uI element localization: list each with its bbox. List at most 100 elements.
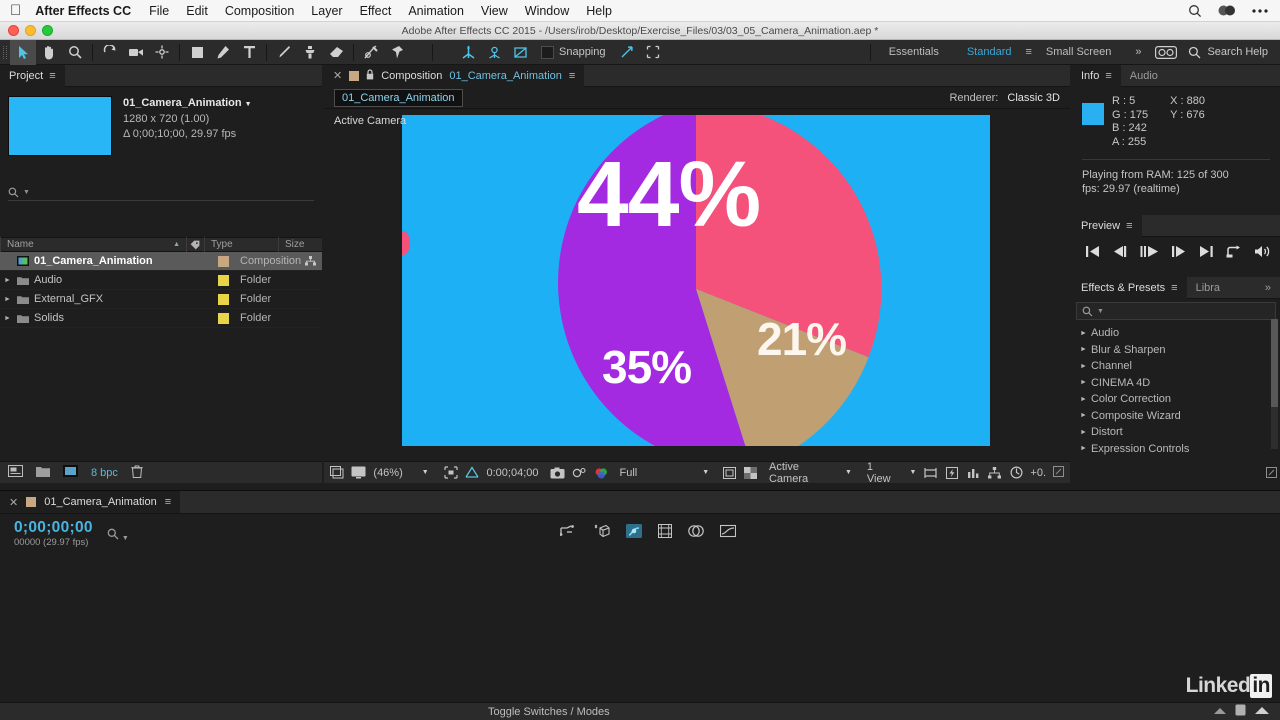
zoom-dropdown-icon[interactable]: ▼ bbox=[422, 469, 429, 476]
zoom-tool[interactable] bbox=[62, 40, 88, 65]
zoom-slider-thumb[interactable] bbox=[1235, 704, 1246, 719]
effect-category-channel[interactable]: ► Channel bbox=[1072, 358, 1280, 375]
fast-previews-icon[interactable] bbox=[945, 465, 959, 480]
camera-view-dropdown-icon[interactable]: ▼ bbox=[845, 469, 852, 476]
comp-flowchart-icon[interactable] bbox=[988, 465, 1002, 480]
frame-blending-icon[interactable] bbox=[688, 524, 704, 541]
effect-category-expression-controls[interactable]: ► Expression Controls bbox=[1072, 441, 1280, 458]
pan-behind-tool[interactable] bbox=[149, 40, 175, 65]
menu-dots-icon[interactable] bbox=[1252, 8, 1268, 13]
hide-shy-layers-icon[interactable] bbox=[593, 524, 610, 541]
timeline-panel-menu-icon[interactable]: ≡ bbox=[165, 496, 171, 508]
tab-composition[interactable]: ✕ Composition 01_Camera_Animation ≡ bbox=[324, 64, 585, 87]
label-swatch[interactable] bbox=[217, 255, 229, 267]
tab-effects-presets[interactable]: Effects & Presets ≡ bbox=[1072, 276, 1187, 299]
label-color-col-icon[interactable] bbox=[186, 237, 204, 252]
project-row-folder-solids[interactable]: ► Solids Folder bbox=[0, 309, 322, 328]
menu-effect[interactable]: Effect bbox=[360, 4, 392, 18]
tab-info[interactable]: Info ≡ bbox=[1072, 64, 1121, 87]
effect-category-color-correction[interactable]: ► Color Correction bbox=[1072, 391, 1280, 408]
pen-tool[interactable] bbox=[210, 40, 236, 65]
effect-category-distort[interactable]: ► Distort bbox=[1072, 424, 1280, 441]
comp-thumbnail[interactable] bbox=[8, 96, 112, 156]
timeline-search-input[interactable]: ▼ bbox=[107, 528, 129, 543]
roto-brush-tool[interactable] bbox=[358, 40, 384, 65]
bit-depth-label[interactable]: 8 bpc bbox=[91, 467, 118, 479]
effects-scrollbar[interactable] bbox=[1271, 319, 1278, 449]
menu-view[interactable]: View bbox=[481, 4, 508, 18]
composition-panel-menu-icon[interactable]: ≡ bbox=[569, 70, 575, 82]
interpret-footage-icon[interactable] bbox=[8, 465, 23, 480]
monitor-icon[interactable] bbox=[351, 465, 366, 480]
region-of-interest-icon[interactable] bbox=[444, 465, 458, 480]
puppet-pin-tool[interactable] bbox=[384, 40, 410, 65]
comp-breadcrumb-chip[interactable]: 01_Camera_Animation bbox=[334, 88, 463, 107]
expand-triangle-icon[interactable]: ► bbox=[1080, 396, 1087, 403]
label-swatch[interactable] bbox=[217, 312, 229, 324]
prev-frame-icon[interactable] bbox=[1112, 245, 1128, 261]
project-comp-name[interactable]: 01_Camera_Animation ▼ bbox=[123, 96, 252, 112]
shape-tool[interactable] bbox=[184, 40, 210, 65]
project-row-folder-external-gfx[interactable]: ► External_GFX Folder bbox=[0, 290, 322, 309]
project-search-input[interactable]: ▼ bbox=[8, 184, 314, 201]
snapping-checkbox[interactable] bbox=[541, 45, 554, 59]
exposure-value[interactable]: +0. bbox=[1030, 467, 1046, 479]
renderer-control[interactable]: Renderer: Classic 3D bbox=[949, 92, 1060, 104]
resolution-dropdown-icon[interactable]: ▼ bbox=[702, 469, 709, 476]
sort-asc-icon[interactable]: ▲ bbox=[173, 241, 186, 248]
effect-category-audio[interactable]: ► Audio bbox=[1072, 325, 1280, 342]
menu-app-name[interactable]: After Effects CC bbox=[35, 4, 131, 18]
rotation-tool[interactable] bbox=[97, 40, 123, 65]
workspace-overflow[interactable]: » bbox=[1125, 40, 1151, 65]
exposure-reset-icon[interactable] bbox=[1009, 465, 1023, 480]
tab-project[interactable]: Project ≡ bbox=[0, 64, 65, 87]
menu-animation[interactable]: Animation bbox=[408, 4, 464, 18]
label-swatch[interactable] bbox=[217, 274, 229, 286]
current-time-display[interactable]: 0;00;00;00 00000 (29.97 fps) bbox=[0, 519, 93, 548]
local-axis-icon[interactable] bbox=[455, 40, 481, 65]
apple-logo-icon[interactable]:  bbox=[10, 3, 21, 18]
new-folder-icon[interactable] bbox=[36, 466, 50, 480]
world-axis-icon[interactable] bbox=[481, 40, 507, 65]
tab-timeline-comp[interactable]: ✕ 01_Camera_Animation ≡ bbox=[0, 491, 181, 513]
view-count-value[interactable]: 1 View bbox=[867, 461, 897, 485]
hand-tool[interactable] bbox=[36, 40, 62, 65]
expand-triangle-icon[interactable]: ► bbox=[1080, 330, 1087, 337]
expand-triangle-icon[interactable]: ► bbox=[1080, 346, 1087, 353]
timeline-zoom-control[interactable] bbox=[1213, 704, 1280, 719]
expand-triangle-icon[interactable]: ► bbox=[1080, 445, 1087, 452]
help-search-icon[interactable] bbox=[1181, 40, 1207, 65]
toggle-switches-modes-button[interactable]: Toggle Switches / Modes bbox=[488, 706, 610, 718]
zoom-level-value[interactable]: (46%) bbox=[373, 467, 402, 479]
toggle-mask-icon[interactable] bbox=[744, 465, 758, 480]
col-size-label[interactable]: Size bbox=[278, 237, 322, 252]
brush-tool[interactable] bbox=[271, 40, 297, 65]
play-icon[interactable] bbox=[1140, 245, 1159, 261]
search-dropdown-icon[interactable]: ▼ bbox=[1097, 308, 1104, 315]
expand-triangle-icon[interactable]: ► bbox=[0, 315, 15, 322]
snap-target-icon[interactable] bbox=[640, 40, 666, 65]
loop-icon[interactable] bbox=[1226, 245, 1242, 261]
toolbar-grip[interactable] bbox=[0, 40, 10, 65]
menu-file[interactable]: File bbox=[149, 4, 169, 18]
search-help-label[interactable]: Search Help bbox=[1207, 46, 1280, 58]
expand-triangle-icon[interactable]: ► bbox=[0, 277, 15, 284]
show-snapshot-icon[interactable] bbox=[572, 465, 587, 480]
project-row-comp[interactable]: 01_Camera_Animation Composition bbox=[0, 252, 322, 271]
always-preview-icon[interactable] bbox=[330, 465, 344, 480]
zoom-in-icon[interactable] bbox=[1254, 706, 1270, 718]
resolution-value[interactable]: Full bbox=[620, 467, 638, 479]
region-interest-toggle-icon[interactable] bbox=[722, 465, 736, 480]
project-row-folder-audio[interactable]: ► Audio Folder bbox=[0, 271, 322, 290]
new-composition-icon[interactable] bbox=[63, 465, 78, 480]
snap-arrow-icon[interactable] bbox=[614, 40, 640, 65]
selection-tool[interactable] bbox=[10, 39, 36, 65]
lock-icon[interactable] bbox=[366, 68, 374, 83]
chevron-down-icon[interactable]: ▼ bbox=[245, 101, 252, 108]
expand-triangle-icon[interactable]: ► bbox=[1080, 412, 1087, 419]
comp-flowchart-icon[interactable] bbox=[298, 256, 322, 266]
first-frame-icon[interactable] bbox=[1085, 245, 1100, 261]
comp-time-value[interactable]: 0:00;04;00 bbox=[487, 467, 539, 479]
view-count-dropdown-icon[interactable]: ▼ bbox=[909, 469, 916, 476]
menu-help[interactable]: Help bbox=[586, 4, 612, 18]
